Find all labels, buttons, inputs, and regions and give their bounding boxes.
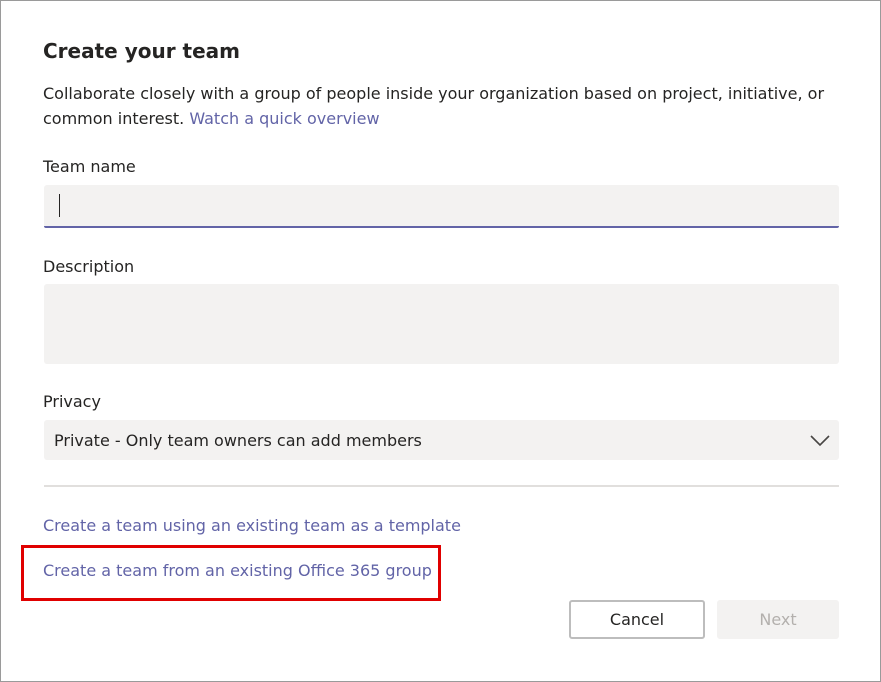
create-from-office365-group-link[interactable]: Create a team from an existing Office 36…: [43, 561, 432, 580]
chevron-down-icon: [810, 435, 830, 447]
next-button[interactable]: Next: [717, 600, 839, 639]
description-input[interactable]: [44, 284, 839, 364]
divider: [44, 485, 839, 487]
cancel-button[interactable]: Cancel: [569, 600, 705, 639]
privacy-dropdown[interactable]: Private - Only team owners can add membe…: [44, 420, 839, 460]
create-team-dialog: Create your team Collaborate closely wit…: [0, 0, 881, 682]
description-label: Description: [43, 257, 135, 276]
create-from-template-link[interactable]: Create a team using an existing team as …: [43, 516, 461, 535]
privacy-label: Privacy: [43, 392, 101, 411]
dialog-title: Create your team: [43, 39, 240, 63]
dialog-description-text: Collaborate closely with a group of peop…: [43, 84, 825, 128]
watch-overview-link[interactable]: Watch a quick overview: [189, 109, 379, 128]
team-name-label: Team name: [43, 157, 136, 176]
dialog-description: Collaborate closely with a group of peop…: [43, 81, 843, 131]
team-name-input[interactable]: [44, 185, 839, 228]
text-cursor: [59, 194, 60, 217]
privacy-selected-value: Private - Only team owners can add membe…: [54, 431, 422, 450]
